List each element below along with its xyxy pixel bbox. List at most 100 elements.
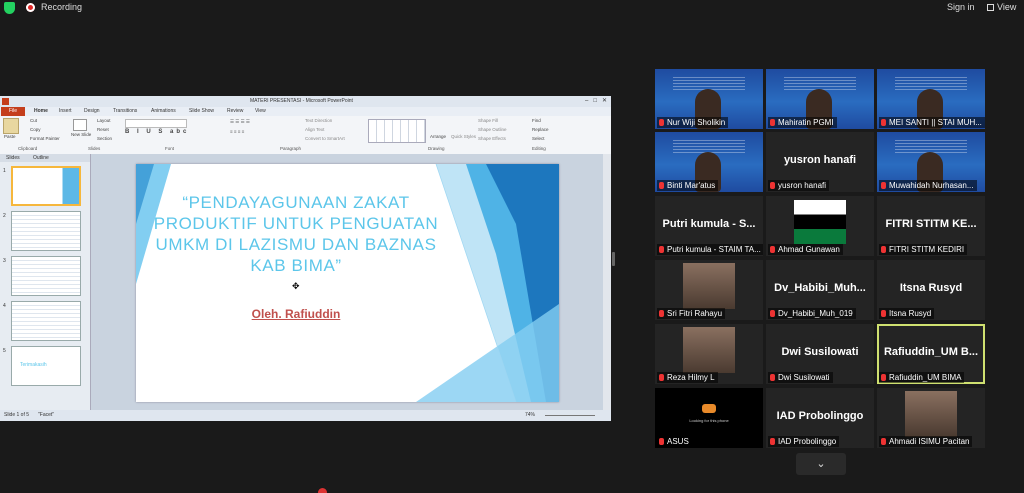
participant-tile[interactable]: Binti Mar'atus: [655, 132, 763, 192]
avatar: [683, 327, 735, 373]
slide-thumbnail[interactable]: [11, 301, 81, 341]
resize-handle[interactable]: [612, 252, 615, 266]
paste-button[interactable]: Paste: [4, 134, 16, 139]
participant-tile[interactable]: yusron hanafi yusron hanafi: [766, 132, 874, 192]
shape-fill-button[interactable]: Shape Fill: [478, 118, 498, 123]
mic-muted-icon: [659, 182, 664, 189]
slide-scrollbar[interactable]: [603, 154, 611, 410]
participant-tile[interactable]: Mahiratin PGMI: [766, 69, 874, 129]
slide-counter: Slide 1 of 5: [4, 412, 30, 418]
view-button[interactable]: View: [997, 2, 1016, 12]
participant-name: Nur Wiji Sholikin: [667, 118, 726, 127]
find-button[interactable]: Find: [532, 118, 541, 123]
new-slide-button[interactable]: New Slide: [71, 132, 91, 137]
more-participants-button[interactable]: ⌄: [796, 453, 846, 475]
participant-tile[interactable]: Rafiuddin_UM B... Rafiuddin_UM BIMA: [877, 324, 985, 384]
layout-button[interactable]: Layout: [97, 118, 111, 123]
copy-button[interactable]: Copy: [30, 127, 41, 132]
participant-tile[interactable]: Sri Fitri Rahayu: [655, 260, 763, 320]
participant-name-tag: Dv_Habibi_Muh_019: [768, 308, 856, 319]
tab-animations[interactable]: Animations: [151, 108, 176, 114]
participant-display-name: yusron hanafi: [783, 154, 857, 166]
participant-tile[interactable]: Ahmad Gunawan: [766, 196, 874, 256]
participant-name: Itsna Rusyd: [889, 309, 932, 318]
select-button[interactable]: Select: [532, 136, 545, 141]
tab-slide-show[interactable]: Slide Show: [189, 108, 214, 114]
participant-tile[interactable]: Nur Wiji Sholikin: [655, 69, 763, 129]
slides-panel: Slides Outline 1 2 3 4 5 Terimakasih: [0, 154, 91, 410]
tab-file[interactable]: File: [1, 107, 25, 116]
font-name-select[interactable]: [125, 119, 187, 128]
tab-slides[interactable]: Slides: [6, 155, 20, 161]
slide-title-line: KAB BIMA”: [250, 256, 342, 275]
tab-insert[interactable]: Insert: [59, 108, 72, 114]
participant-tile[interactable]: MEI SANTI || STAI MUH...: [877, 69, 985, 129]
avatar: [794, 200, 846, 244]
thumb-number: 3: [3, 258, 6, 264]
list-buttons[interactable]: ☰ ☰ ☰ ☰: [230, 119, 296, 126]
new-slide-icon[interactable]: [73, 119, 87, 131]
participant-display-name: FITRI STITM KE...: [885, 218, 977, 230]
window-controls[interactable]: – □ ✕: [585, 97, 607, 104]
participant-tile[interactable]: Putri kumula - S... Putri kumula - STAIM …: [655, 196, 763, 256]
thumb-number: 4: [3, 303, 6, 309]
section-button[interactable]: Section: [97, 136, 112, 141]
shape-outline-button[interactable]: Shape Outline: [478, 127, 507, 132]
tab-design[interactable]: Design: [84, 108, 100, 114]
participant-tile[interactable]: Dv_Habibi_Muh... Dv_Habibi_Muh_019: [766, 260, 874, 320]
move-cursor-icon: ✥: [292, 281, 300, 291]
participant-tile[interactable]: IAD Probolinggo IAD Probolinggo: [766, 388, 874, 448]
participant-tile[interactable]: Muwahidah Nurhasan...: [877, 132, 985, 192]
paste-icon[interactable]: [3, 118, 19, 134]
participant-display-name: Dv_Habibi_Muh...: [774, 282, 866, 294]
participant-name: Putri kumula - STAIM TA...: [667, 245, 761, 254]
participant-name: Ahmadi ISIMU Pacitan: [889, 437, 970, 446]
arrange-button[interactable]: Arrange: [430, 134, 446, 139]
sign-in-button[interactable]: Sign in: [947, 2, 975, 12]
view-grid-icon[interactable]: [987, 4, 994, 11]
participant-tile[interactable]: Dwi Susilowati Dwi Susilowati: [766, 324, 874, 384]
participant-tile[interactable]: Looking for this phone ASUS: [655, 388, 763, 448]
security-shield-icon[interactable]: [4, 2, 15, 14]
slide-thumbnail[interactable]: [11, 166, 81, 206]
mic-muted-icon: [770, 182, 775, 189]
font-format-buttons[interactable]: B I U S abc: [125, 129, 189, 135]
participant-name-tag: Binti Mar'atus: [657, 180, 719, 191]
participant-name: Dv_Habibi_Muh_019: [778, 309, 853, 318]
participant-name-tag: Putri kumula - STAIM TA...: [657, 244, 763, 255]
chevron-down-icon: ⌄: [816, 458, 826, 470]
tab-review[interactable]: Review: [227, 108, 243, 114]
align-text-button[interactable]: Align Text: [305, 127, 324, 132]
shape-effects-button[interactable]: Shape Effects: [478, 136, 506, 141]
zoom-slider[interactable]: [545, 415, 595, 416]
tab-home[interactable]: Home: [34, 108, 48, 114]
quick-styles-button[interactable]: Quick Styles: [451, 134, 476, 139]
participant-name-tag: Itsna Rusyd: [879, 308, 935, 319]
participant-tile[interactable]: Itsna Rusyd Itsna Rusyd: [877, 260, 985, 320]
zoom-level[interactable]: 74%: [525, 412, 535, 418]
thumb-text: Terimakasih: [20, 362, 47, 368]
text-direction-button[interactable]: Text Direction: [305, 118, 332, 123]
slide-thumbnail[interactable]: [11, 256, 81, 296]
participant-tile[interactable]: FITRI STITM KE... FITRI STITM KEDIRI: [877, 196, 985, 256]
participant-display-name: Putri kumula - S...: [662, 218, 756, 230]
participant-tile[interactable]: Reza Hilmy L: [655, 324, 763, 384]
ppt-title-bar: MATERI PRESENTASI - Microsoft PowerPoint…: [0, 96, 611, 107]
convert-smartart-button[interactable]: Convert to SmartArt: [305, 136, 345, 141]
slide-thumbnail[interactable]: Terimakasih: [11, 346, 81, 386]
tab-view[interactable]: View: [255, 108, 266, 114]
reset-button[interactable]: Reset: [97, 127, 109, 132]
align-buttons[interactable]: ≡ ≡ ≡ ≡: [230, 129, 296, 136]
mic-muted-icon: [659, 374, 664, 381]
participant-name: Binti Mar'atus: [667, 181, 716, 190]
tab-transitions[interactable]: Transitions: [113, 108, 137, 114]
tab-outline[interactable]: Outline: [33, 155, 49, 161]
cut-button[interactable]: Cut: [30, 118, 37, 123]
participant-tile[interactable]: Ahmadi ISIMU Pacitan: [877, 388, 985, 448]
slide-thumbnail[interactable]: [11, 211, 81, 251]
shapes-gallery[interactable]: [368, 119, 426, 143]
slides-panel-tabs: Slides Outline: [0, 154, 90, 162]
mic-muted-icon: [881, 119, 886, 126]
replace-button[interactable]: Replace: [532, 127, 549, 132]
format-painter-button[interactable]: Format Painter: [30, 136, 60, 141]
